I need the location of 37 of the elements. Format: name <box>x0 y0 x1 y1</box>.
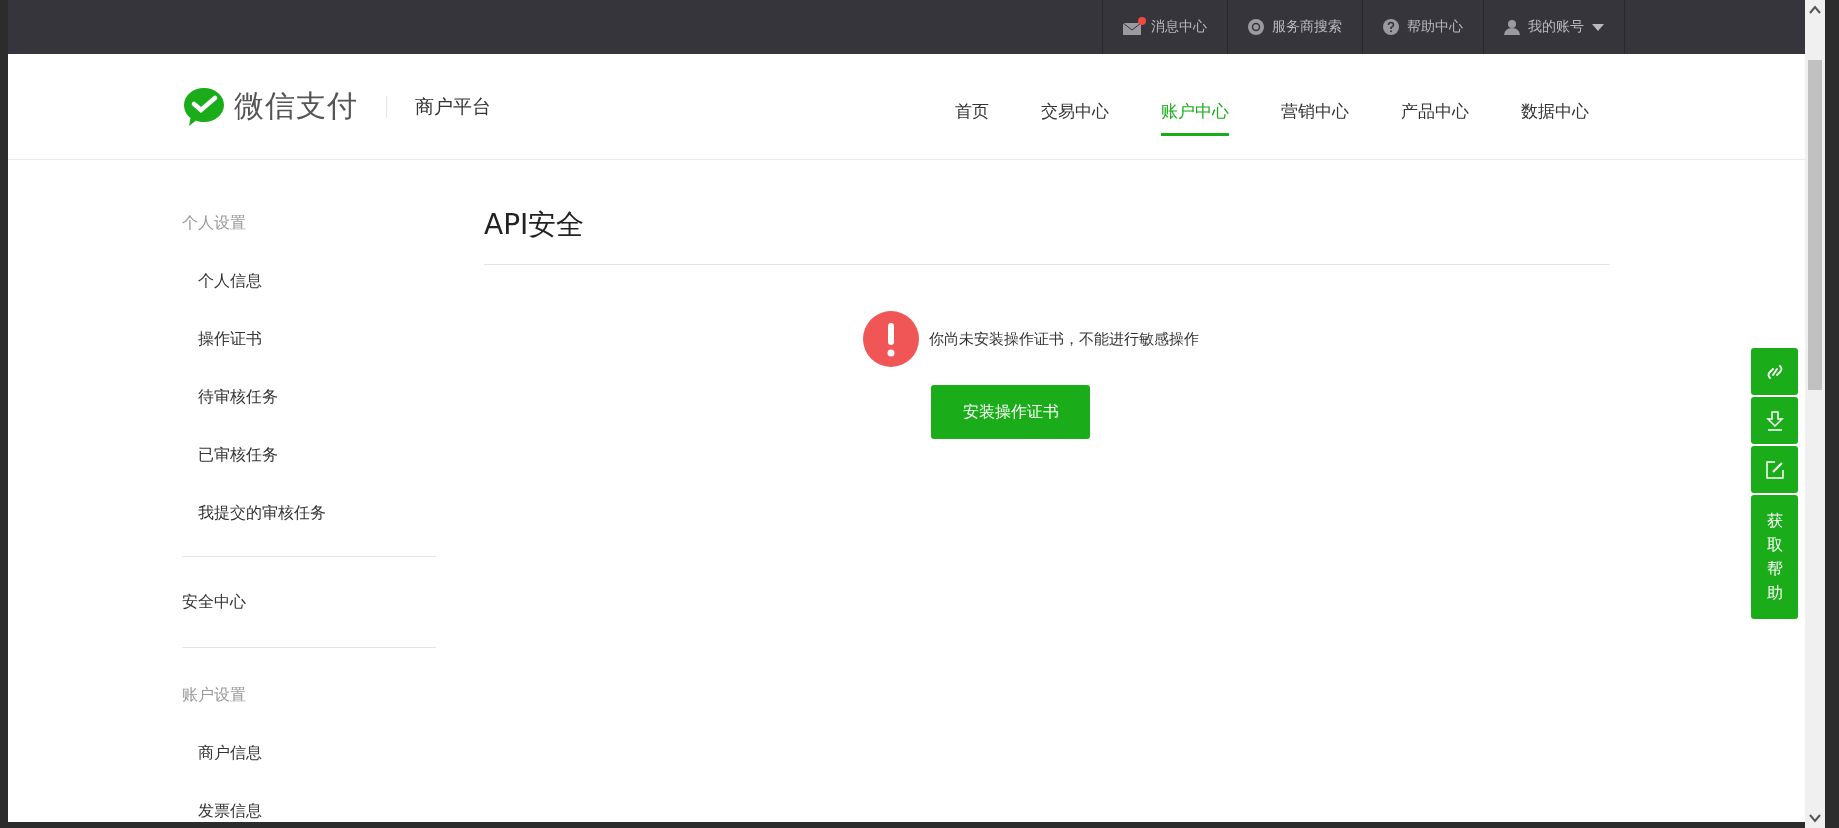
top-bar-link[interactable]: 帮助中心 <box>1362 0 1483 54</box>
sidebar-item[interactable]: 商户信息 <box>182 724 436 782</box>
nav-tab[interactable]: 营销中心 <box>1281 89 1349 136</box>
top-bar-link[interactable]: 我的账号 <box>1483 0 1625 54</box>
edit-tool-button[interactable] <box>1751 446 1798 493</box>
sidebar-item[interactable]: 操作证书 <box>182 310 436 368</box>
top-bar-link[interactable]: 服务商搜索 <box>1227 0 1362 54</box>
page-title: API安全 <box>484 206 1610 265</box>
top-bar-link[interactable]: 消息中心 <box>1102 0 1227 54</box>
nav-tab[interactable]: 首页 <box>955 89 989 136</box>
link-tool-button[interactable] <box>1751 348 1798 395</box>
edit-icon <box>1765 460 1784 479</box>
sidebar-item[interactable]: 个人信息 <box>182 252 436 310</box>
sidebar-item[interactable]: 待审核任务 <box>182 368 436 426</box>
download-tool-button[interactable] <box>1751 397 1798 444</box>
top-bar-link-label: 服务商搜索 <box>1272 18 1342 36</box>
help-icon <box>1383 19 1399 35</box>
sidebar-item[interactable]: 已审核任务 <box>182 426 436 484</box>
top-bar-link-label: 帮助中心 <box>1407 18 1463 36</box>
nav-tab[interactable]: 产品中心 <box>1401 89 1469 136</box>
user-icon <box>1504 19 1520 35</box>
nav-tab[interactable]: 交易中心 <box>1041 89 1109 136</box>
scrollbar-thumb[interactable] <box>1808 60 1822 390</box>
sidebar-link[interactable]: 安全中心 <box>182 556 436 648</box>
warning-message: 你尚未安装操作证书，不能进行敏感操作 <box>929 329 1199 349</box>
warning-icon <box>863 311 919 367</box>
sidebar-section-title: 账户设置 <box>182 684 247 706</box>
download-icon <box>1765 409 1784 432</box>
platform-name: 商户平台 <box>415 93 491 119</box>
search-icon <box>1248 19 1264 35</box>
logo-text: 微信支付 <box>234 87 358 125</box>
sidebar-item[interactable]: 我提交的审核任务 <box>182 484 436 542</box>
top-bar-link-label: 我的账号 <box>1528 18 1584 36</box>
sidebar-section-title: 个人设置 <box>182 212 247 234</box>
top-bar-link-label: 消息中心 <box>1151 18 1207 36</box>
nav-tab[interactable]: 数据中心 <box>1521 89 1589 136</box>
sidebar-item[interactable]: 发票信息 <box>182 782 436 822</box>
